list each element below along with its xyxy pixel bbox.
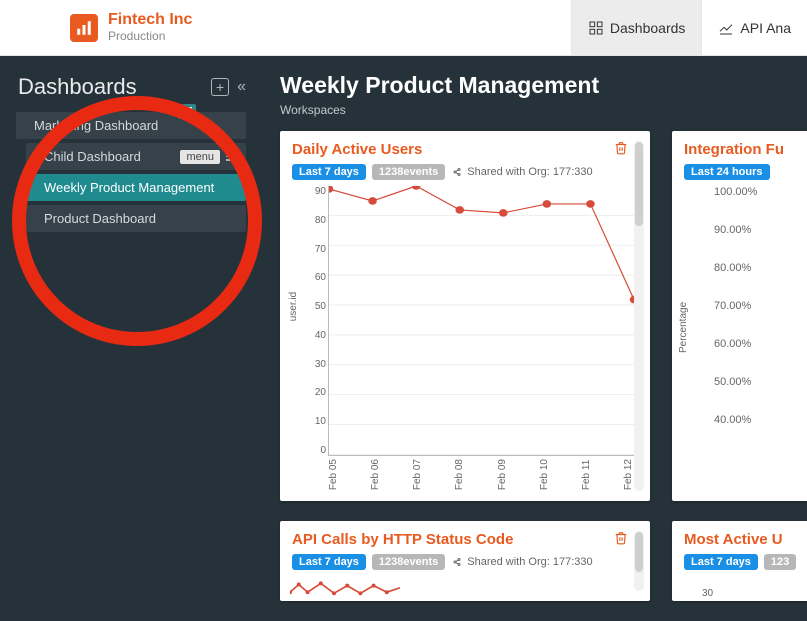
funnel-yticks: 100.00%90.00%80.00%70.00%60.00%50.00%40.… (714, 186, 800, 426)
tree-item-label: Product Dashboard (44, 211, 156, 226)
tree-item-marketing[interactable]: Marketing Dashboard (16, 112, 246, 139)
card-scrollbar[interactable] (634, 531, 644, 591)
nav-dashboards[interactable]: Dashboards (571, 0, 702, 55)
shared-label: Shared with Org: 177:330 (451, 556, 592, 568)
drag-handle-icon[interactable] (226, 152, 238, 161)
nav-api[interactable]: API Ana (701, 0, 807, 55)
page-title: Weekly Product Management (280, 72, 807, 99)
trash-icon (614, 531, 628, 545)
drag-handle-icon[interactable] (178, 104, 196, 119)
range-pill[interactable]: Last 7 days (684, 554, 758, 570)
range-pill[interactable]: Last 7 days (292, 164, 366, 180)
brand-env: Production (108, 30, 192, 44)
nav-dashboards-label: Dashboards (610, 20, 686, 36)
range-pill[interactable]: Last 24 hours (684, 164, 770, 180)
chart-yticks: 9080706050403020100 (302, 186, 326, 456)
chart-ylabel: user.id (288, 292, 299, 321)
page-subtitle: Workspaces (280, 103, 807, 117)
card-most-active: Most Active U Last 7 days 123 30 (672, 521, 807, 601)
tree-item-weekly[interactable]: Weekly Product Management (26, 174, 246, 201)
add-dashboard-button[interactable]: + (211, 78, 229, 96)
chart-icon (718, 20, 734, 36)
grid-icon (588, 20, 604, 36)
card-daily-active-users: Daily Active Users Last 7 days 1238event… (280, 131, 650, 501)
mini-ytick: 30 (702, 588, 713, 599)
chart-ylabel: Percentage (678, 302, 689, 353)
range-pill[interactable]: Last 7 days (292, 554, 366, 570)
chart-xticks: Feb 05Feb 06Feb 07Feb 08Feb 09Feb 10Feb … (328, 459, 634, 490)
tree-item-product[interactable]: Product Dashboard (26, 205, 246, 232)
share-icon (451, 556, 463, 568)
events-pill[interactable]: 1238events (372, 164, 445, 180)
card-integration-funnel: Integration Fu Last 24 hours Percentage … (672, 131, 807, 501)
delete-card-button[interactable] (614, 531, 628, 550)
shared-label: Shared with Org: 177:330 (451, 166, 592, 178)
tree-item-label: Weekly Product Management (44, 180, 214, 195)
trash-icon (614, 141, 628, 155)
sidebar-title: Dashboards (18, 74, 137, 100)
tree-item-label: Child Dashboard (44, 149, 141, 164)
dashboard-tree: Marketing Dashboard Child Dashboard menu… (0, 112, 260, 232)
events-pill[interactable]: 123 (764, 554, 796, 570)
card-title[interactable]: Integration Fu (684, 141, 800, 158)
menu-chip[interactable]: menu (180, 150, 220, 164)
nav-api-label: API Ana (740, 20, 791, 36)
delete-card-button[interactable] (614, 141, 628, 160)
content: Weekly Product Management Workspaces Dai… (260, 56, 807, 621)
dau-line-svg (329, 186, 634, 455)
card-api-calls: API Calls by HTTP Status Code Last 7 day… (280, 521, 650, 601)
brand[interactable]: Fintech Inc Production (70, 11, 192, 43)
brand-icon (70, 14, 98, 42)
card-title[interactable]: Most Active U (684, 531, 800, 548)
card-title[interactable]: API Calls by HTTP Status Code (292, 531, 638, 548)
share-icon (451, 166, 463, 178)
events-pill[interactable]: 1238events (372, 554, 445, 570)
brand-name: Fintech Inc (108, 11, 192, 29)
sidebar: Dashboards + « Marketing Dashboard Child… (0, 56, 260, 621)
api-mini-chart (290, 579, 400, 601)
collapse-sidebar-button[interactable]: « (237, 78, 246, 96)
dau-chart: user.id 9080706050403020100 Feb 05Feb 06… (292, 186, 638, 486)
tree-item-child[interactable]: Child Dashboard menu (26, 143, 246, 170)
card-title[interactable]: Daily Active Users (292, 141, 638, 158)
tree-item-label: Marketing Dashboard (34, 118, 158, 133)
